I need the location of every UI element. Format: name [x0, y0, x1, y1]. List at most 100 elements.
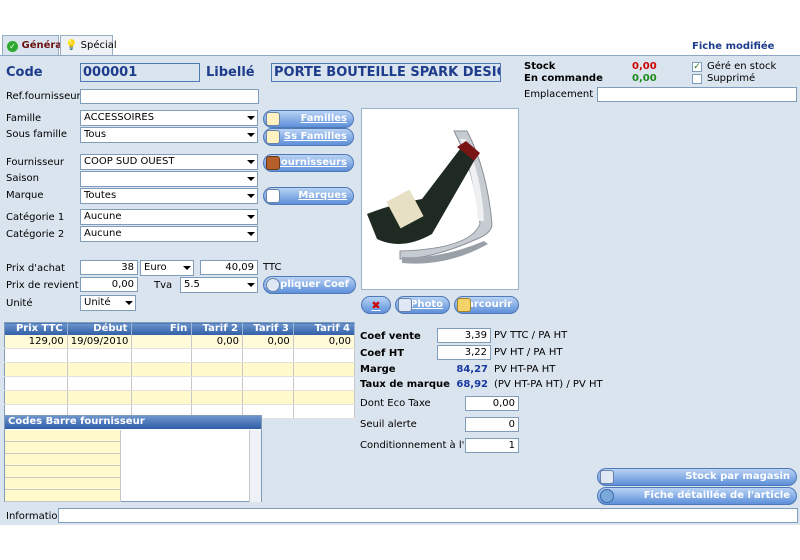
table-row[interactable]: [4, 362, 356, 377]
sous-famille-value: Tous: [84, 129, 107, 140]
coef-ht-desc: PV HT / PA HT: [494, 347, 563, 358]
seuil-alerte-field[interactable]: 0: [465, 417, 519, 432]
taux-marque-desc: (PV HT-PA HT) / PV HT: [494, 379, 603, 390]
cart-icon: [600, 470, 614, 484]
saison-select[interactable]: [80, 171, 258, 187]
codes-barre-rows[interactable]: [5, 430, 121, 502]
coef-ht-field[interactable]: 3,22: [437, 345, 491, 360]
article-window: ✓ Général 💡 Spécial Fiche modifiée Code …: [0, 0, 800, 560]
prix-revient-field[interactable]: 0,00: [80, 277, 138, 292]
column-header[interactable]: Début: [67, 322, 133, 335]
ref-fournisseur-label: Ref.fournisseur: [6, 91, 81, 102]
table-cell[interactable]: 129,00: [4, 334, 68, 349]
en-commande-label: En commande: [524, 73, 603, 84]
stock-value: 0,00: [632, 61, 657, 72]
coef-vente-field[interactable]: 3,39: [437, 328, 491, 343]
table-cell[interactable]: 19/09/2010: [67, 334, 133, 349]
price-grid[interactable]: Prix TTC Début Fin Tarif 2 Tarif 3 Tarif…: [4, 322, 356, 419]
supprime-checkbox[interactable]: [692, 74, 702, 84]
marge-label: Marge: [360, 364, 396, 375]
sous-famille-label: Sous famille: [6, 129, 68, 140]
close-icon: ✖: [371, 299, 381, 312]
scrollbar[interactable]: [249, 430, 261, 502]
conditionnement-field[interactable]: 1: [465, 438, 519, 453]
code-field[interactable]: 000001: [80, 63, 200, 82]
sous-famille-select[interactable]: Tous: [80, 127, 258, 143]
fournisseurs-button-label: Fournisseurs: [274, 157, 347, 168]
unite-select[interactable]: Unité: [80, 295, 136, 311]
categorie1-select[interactable]: Aucune: [80, 209, 258, 225]
chevron-down-icon: [247, 232, 255, 236]
chevron-down-icon: [125, 301, 133, 305]
table-cell[interactable]: [131, 334, 193, 349]
marque-label: Marque: [6, 190, 44, 201]
column-header[interactable]: Fin: [131, 322, 193, 335]
familles-button-label: Familles: [300, 113, 347, 124]
table-cell[interactable]: 0,00: [293, 334, 356, 349]
emplacement-field[interactable]: [597, 87, 797, 102]
list-icon: [266, 130, 280, 144]
chevron-down-icon: [247, 283, 255, 287]
photo-button-label: Photo: [410, 299, 443, 310]
devise-select[interactable]: Euro: [140, 260, 194, 276]
stock-par-magasin-label: Stock par magasin: [685, 471, 790, 482]
marques-button[interactable]: Marques: [263, 187, 354, 205]
marque-select[interactable]: Toutes: [80, 188, 258, 204]
column-header[interactable]: Tarif 3: [242, 322, 294, 335]
categorie1-value: Aucune: [84, 211, 122, 222]
prix-achat-field[interactable]: 38: [80, 260, 138, 275]
prix-achat-ttc-field[interactable]: 40,09: [200, 260, 258, 275]
fournisseur-value: COOP SUD OUEST: [84, 156, 175, 167]
information-field[interactable]: [58, 508, 798, 523]
ss-familles-button-label: Ss Familles: [283, 131, 347, 142]
delete-photo-button[interactable]: ✖: [361, 296, 391, 314]
fournisseurs-button[interactable]: Fournisseurs: [263, 154, 354, 172]
column-header[interactable]: Prix TTC: [4, 322, 68, 335]
tva-select[interactable]: 5.5: [180, 277, 258, 293]
column-header[interactable]: Tarif 4: [293, 322, 356, 335]
photo-button[interactable]: Photo: [395, 296, 450, 314]
chevron-down-icon: [247, 133, 255, 137]
appliquer-coef-button[interactable]: Appliquer Coef: [263, 276, 356, 294]
taux-marque-value: 68,92: [456, 379, 488, 390]
folder-icon: [457, 298, 471, 312]
gere-en-stock-checkbox[interactable]: ✓: [692, 62, 702, 72]
lightbulb-icon: 💡: [65, 40, 78, 51]
stock-label: Stock: [524, 61, 556, 72]
coef-ht-label: Coef HT: [360, 348, 405, 359]
fournisseur-label: Fournisseur: [6, 157, 64, 168]
list-icon: [266, 112, 280, 126]
eco-taxe-label: Dont Eco Taxe: [360, 398, 431, 409]
familles-button[interactable]: Familles: [263, 110, 354, 128]
chevron-down-icon: [247, 116, 255, 120]
codes-barre-grid[interactable]: Codes Barre fournisseur: [4, 415, 262, 502]
categorie2-select[interactable]: Aucune: [80, 226, 258, 242]
table-cell[interactable]: 0,00: [191, 334, 244, 349]
coef-vente-desc: PV TTC / PA HT: [494, 330, 568, 341]
table-cell[interactable]: 0,00: [242, 334, 294, 349]
tab-special[interactable]: 💡 Spécial: [60, 35, 117, 56]
table-row[interactable]: [4, 348, 356, 363]
emplacement-label: Emplacement: [524, 89, 594, 100]
table-row[interactable]: 129,00 19/09/2010 0,00 0,00 0,00: [4, 334, 356, 349]
famille-value: ACCESSOIRES: [84, 112, 155, 123]
chevron-down-icon: [247, 160, 255, 164]
parcourir-button[interactable]: Parcourir: [454, 296, 519, 314]
eco-taxe-field[interactable]: 0,00: [465, 396, 519, 411]
ref-fournisseur-field[interactable]: [80, 89, 259, 104]
famille-select[interactable]: ACCESSOIRES: [80, 110, 258, 126]
stock-par-magasin-button[interactable]: Stock par magasin: [597, 468, 797, 486]
en-commande-value: 0,00: [632, 73, 657, 84]
ss-familles-button[interactable]: Ss Familles: [263, 128, 354, 146]
column-header[interactable]: Tarif 2: [191, 322, 244, 335]
fournisseur-select[interactable]: COOP SUD OUEST: [80, 154, 258, 170]
coef-vente-label: Coef vente: [360, 331, 421, 342]
prix-achat-label: Prix d'achat: [6, 263, 65, 274]
libelle-field[interactable]: PORTE BOUTEILLE SPARK DESIGN: [271, 63, 501, 82]
table-row[interactable]: [4, 390, 356, 405]
chevron-down-icon: [247, 194, 255, 198]
fiche-detaillee-button[interactable]: Fiche détaillée de l'article: [597, 487, 797, 505]
camera-icon: [398, 298, 412, 312]
table-row[interactable]: [4, 376, 356, 391]
tab-general[interactable]: ✓ Général: [2, 35, 65, 57]
